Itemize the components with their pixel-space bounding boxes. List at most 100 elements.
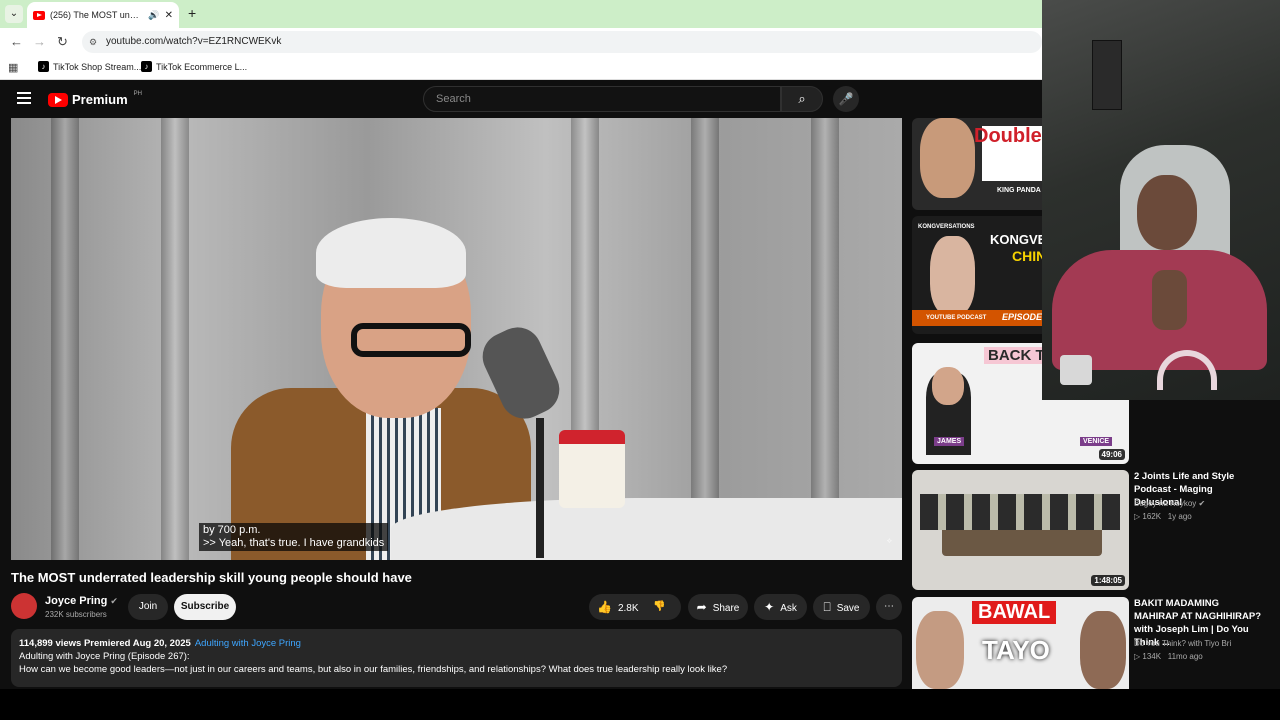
- mug: [1060, 355, 1092, 385]
- region-code: PH: [133, 90, 142, 97]
- video-duration: 1:48:05: [1091, 575, 1125, 586]
- url-field[interactable]: ⚙ youtube.com/watch?v=EZ1RNCWEKvk: [82, 31, 1042, 53]
- thumb-person: [920, 118, 975, 198]
- video-player[interactable]: by 700 p.m. >> Yeah, that's true. I have…: [11, 118, 902, 560]
- table: [391, 498, 902, 560]
- curtain-fold: [811, 118, 839, 560]
- thumbs-up-icon[interactable]: 👍: [597, 600, 612, 614]
- microphone-icon: 🎤: [838, 92, 854, 106]
- view-count: 162K: [1142, 512, 1162, 521]
- apps-grid-icon[interactable]: ▦: [8, 61, 18, 74]
- subscribe-button[interactable]: Subscribe: [174, 594, 236, 620]
- view-count-and-date: 114,899 views Premiered Aug 20, 2025: [19, 638, 191, 649]
- thumbs-down-icon[interactable]: 👎: [653, 594, 665, 620]
- save-label: Save: [836, 603, 860, 614]
- bookmark-item[interactable]: ♪ TikTok Ecommerce L...: [141, 61, 247, 72]
- close-tab-icon[interactable]: ✕: [165, 10, 173, 21]
- tiktok-icon: ♪: [141, 61, 152, 72]
- subscriber-count: 232K subscribers: [45, 610, 107, 619]
- speaker-icon[interactable]: 🔊: [148, 10, 159, 21]
- bookmark-icon: ⎕: [823, 600, 831, 614]
- ask-label: Ask: [780, 603, 797, 614]
- new-tab-button[interactable]: +: [188, 5, 196, 21]
- save-button[interactable]: ⎕ Save: [813, 594, 870, 620]
- thumb-face: [932, 367, 964, 405]
- tiktok-icon: ♪: [38, 61, 49, 72]
- browser-tab-bar: ⌄ (256) The MOST underrated l... 🔊 ✕ +: [0, 0, 1042, 28]
- reload-icon[interactable]: ↻: [57, 34, 68, 50]
- coffee-cup: [559, 430, 625, 508]
- playlist-link[interactable]: Adulting with Joyce Pring: [195, 638, 301, 649]
- tab-title: (256) The MOST underrated l...: [50, 10, 143, 20]
- bookmarks-bar: ▦ ♪ TikTok Shop Stream... ♪ TikTok Ecomm…: [0, 56, 1042, 80]
- like-dislike-group: 👍 2.8K 👎: [589, 594, 681, 620]
- verified-icon: ✔: [110, 596, 118, 606]
- video-duration: 49:06: [1098, 449, 1125, 460]
- screen: ⌄ (256) The MOST underrated l... 🔊 ✕ + ←…: [0, 0, 1280, 720]
- curtain-fold: [161, 118, 189, 560]
- thumb-person: [1080, 611, 1126, 689]
- streamer-arm: [1152, 270, 1187, 330]
- join-button[interactable]: Join: [128, 594, 168, 620]
- speaker-hair: [316, 218, 466, 288]
- thumb-person: [916, 611, 964, 689]
- menu-icon[interactable]: [17, 92, 31, 104]
- more-options-icon: ⋯: [884, 601, 894, 612]
- channel-name[interactable]: Joyce Pring: [45, 595, 107, 607]
- bookmark-label: TikTok Shop Stream...: [53, 61, 142, 72]
- youtube-logo-icon: [48, 92, 68, 107]
- recommendation-thumbnail[interactable]: BAWAL TAYO: [912, 597, 1129, 689]
- view-count: 134K: [1142, 652, 1162, 661]
- recommendation-thumbnail[interactable]: 1:48:05: [912, 470, 1129, 590]
- ask-button[interactable]: ✦ Ask: [754, 594, 807, 620]
- channel-watermark-icon[interactable]: ⟡: [887, 536, 892, 546]
- curtain-fold: [51, 118, 79, 560]
- tab-search-button[interactable]: ⌄: [5, 5, 23, 23]
- closed-captions: by 700 p.m. >> Yeah, that's true. I have…: [199, 523, 389, 551]
- thumb-headline: BAWAL: [972, 601, 1057, 624]
- youtube-header: Premium PH Search ⌕ 🎤: [0, 80, 1042, 118]
- search-button[interactable]: ⌕: [781, 86, 823, 112]
- voice-search-button[interactable]: 🎤: [833, 86, 859, 112]
- recommendation-channel[interactable]: Do You Think? with Tiyo Bri: [1134, 639, 1231, 648]
- logo-text: Premium: [72, 92, 128, 107]
- caption-line: >> Yeah, that's true. I have grandkids: [203, 537, 385, 549]
- forward-arrow-icon[interactable]: →: [33, 34, 46, 49]
- site-settings-icon[interactable]: ⚙: [89, 31, 97, 53]
- back-arrow-icon[interactable]: ←: [10, 34, 23, 49]
- taskbar-strip: [0, 689, 1280, 720]
- bookmark-label: TikTok Ecommerce L...: [156, 61, 248, 72]
- youtube-favicon-icon: [33, 10, 45, 20]
- thumb-caption: YOUTUBE PODCAST: [926, 315, 987, 321]
- curtain-fold: [691, 118, 719, 560]
- bookmark-item[interactable]: ♪ TikTok Shop Stream...: [38, 61, 141, 72]
- address-bar-row: ← → ↻ ⚙ youtube.com/watch?v=EZ1RNCWEKvk: [0, 28, 1042, 56]
- video-title: The MOST underrated leadership skill you…: [11, 570, 412, 585]
- thumb-caption: KING PANDA: [997, 187, 1041, 194]
- thumb-caption-2: VENICE: [1080, 437, 1113, 446]
- share-button[interactable]: ➦ Share: [688, 594, 748, 620]
- recommendation-channel[interactable]: Bugoy na Koykoy ✔: [1134, 499, 1205, 508]
- more-actions-button[interactable]: ⋯: [876, 594, 902, 620]
- caption-line: by 700 p.m.: [203, 524, 261, 536]
- upload-age: 1y ago: [1167, 512, 1192, 521]
- thumb-caption: JAMES: [934, 437, 965, 446]
- thumb-headline-2: TAYO: [982, 635, 1050, 665]
- channel-name-row[interactable]: Joyce Pring ✔: [45, 595, 118, 607]
- recommendation-meta: ▷ 134K 11mo ago: [1134, 652, 1203, 661]
- sparkle-icon: ✦: [764, 600, 775, 614]
- description-stats-row: 114,899 views Premiered Aug 20, 2025 Adul…: [19, 637, 894, 650]
- channel-name: Bugoy na Koykoy: [1134, 499, 1197, 508]
- share-icon: ➦: [696, 600, 707, 614]
- search-input[interactable]: Search: [423, 86, 781, 112]
- description-line: Adulting with Joyce Pring (Episode 267):: [19, 651, 190, 662]
- like-count[interactable]: 2.8K: [618, 603, 639, 614]
- description-box[interactable]: 114,899 views Premiered Aug 20, 2025 Adul…: [11, 629, 902, 687]
- thumb-people: [920, 494, 1120, 530]
- streamer-head: [1137, 175, 1197, 250]
- thumb-person: [930, 236, 975, 316]
- youtube-premium-logo[interactable]: Premium PH: [48, 90, 142, 107]
- browser-tab[interactable]: (256) The MOST underrated l... 🔊 ✕: [27, 2, 179, 28]
- search-icon: ⌕: [798, 91, 806, 106]
- channel-avatar[interactable]: [11, 593, 37, 619]
